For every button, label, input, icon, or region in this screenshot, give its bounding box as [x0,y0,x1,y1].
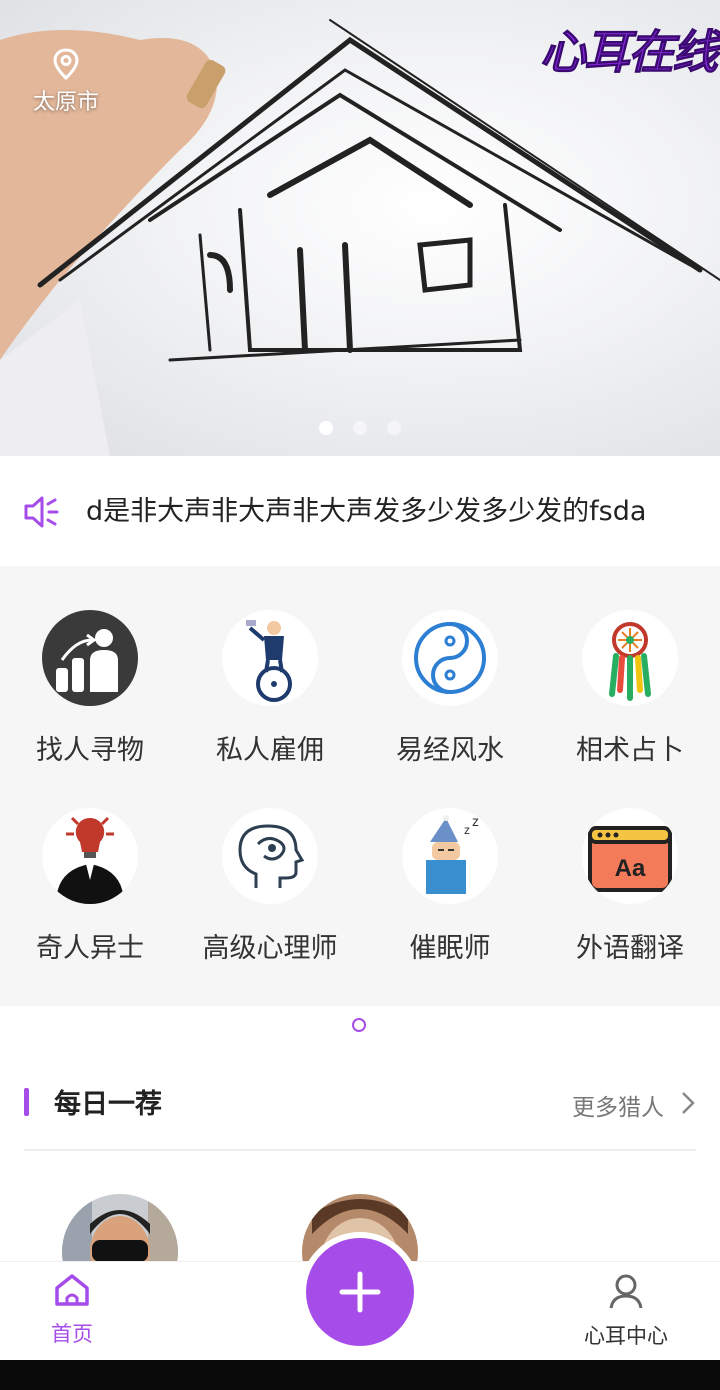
aa-window-icon: Aa [582,808,678,904]
announcement-text: d是非大声非大声非大声发多少发多少发的fsda [86,496,647,527]
speaker-icon [24,496,59,528]
tab-home[interactable]: 首页 [30,1272,114,1348]
tab-label: 首页 [51,1322,93,1346]
divider [24,1149,696,1151]
category-divination[interactable]: 相术占卜 [540,610,720,767]
city-label: 太原市 [32,90,99,115]
carousel-dot[interactable] [387,421,401,435]
people-growth-icon [42,610,138,706]
brain-head-icon [222,808,318,904]
category-label: 易经风水 [396,735,504,766]
category-private-hire[interactable]: 私人雇佣 [180,610,360,767]
user-icon [609,1274,643,1309]
home-icon [55,1274,89,1306]
category-translation[interactable]: Aa 外语翻译 [540,808,720,965]
category-label: 相术占卜 [576,735,684,766]
announcement-bar[interactable]: d是非大声非大声非大声发多少发多少发的fsda [0,456,720,566]
category-fengshui[interactable]: 易经风水 [360,610,540,767]
category-find-people[interactable]: 找人寻物 [0,610,180,767]
more-hunters-link[interactable]: 更多猎人 [572,1088,664,1122]
category-psychologist[interactable]: 高级心理师 [180,808,360,965]
lightbulb-head-icon [42,808,138,904]
carousel-indicators [0,420,720,435]
section-title: 每日一荐 [54,1089,162,1120]
category-label: 外语翻译 [576,933,684,964]
dreamcatcher-icon [582,610,678,706]
sleeping-person-icon: z z [402,808,498,904]
category-grid: 找人寻物 私人雇佣 易经风水 相术占卜 奇人异士 高级心理师 z z 催眠师 A… [0,566,720,1006]
category-label: 私人雇佣 [216,735,324,766]
svg-text:z: z [464,823,470,837]
system-navigation-bar [0,1360,720,1390]
tab-profile-center[interactable]: 心耳中心 [566,1272,686,1350]
carousel-dot[interactable] [319,421,333,435]
location-pin-icon [53,48,79,80]
carousel-dot[interactable] [353,421,367,435]
category-hypnotist[interactable]: z z 催眠师 [360,808,540,965]
unicycle-businessman-icon [222,610,318,706]
category-label: 奇人异士 [36,933,144,964]
category-label: 催眠师 [409,933,491,964]
brand-logo: 心耳在线 [540,25,719,80]
tab-label: 心耳中心 [584,1324,668,1348]
grid-page-indicator [352,1018,366,1032]
category-label: 找人寻物 [36,735,144,766]
chevron-right-icon[interactable] [680,1090,696,1116]
banner-carousel[interactable]: 太原市 心耳在线 [0,0,720,456]
svg-text:Aa: Aa [615,855,646,882]
plus-icon [339,1271,381,1313]
category-mystics[interactable]: 奇人异士 [0,808,180,965]
section-accent-bar [24,1088,29,1116]
daily-recommend-header: 每日一荐 更多猎人 [24,1080,696,1126]
yin-yang-icon [402,610,498,706]
location-selector[interactable]: 太原市 [28,48,104,116]
publish-fab-button[interactable] [300,1232,420,1352]
category-label: 高级心理师 [202,933,338,964]
svg-text:z: z [472,813,479,829]
